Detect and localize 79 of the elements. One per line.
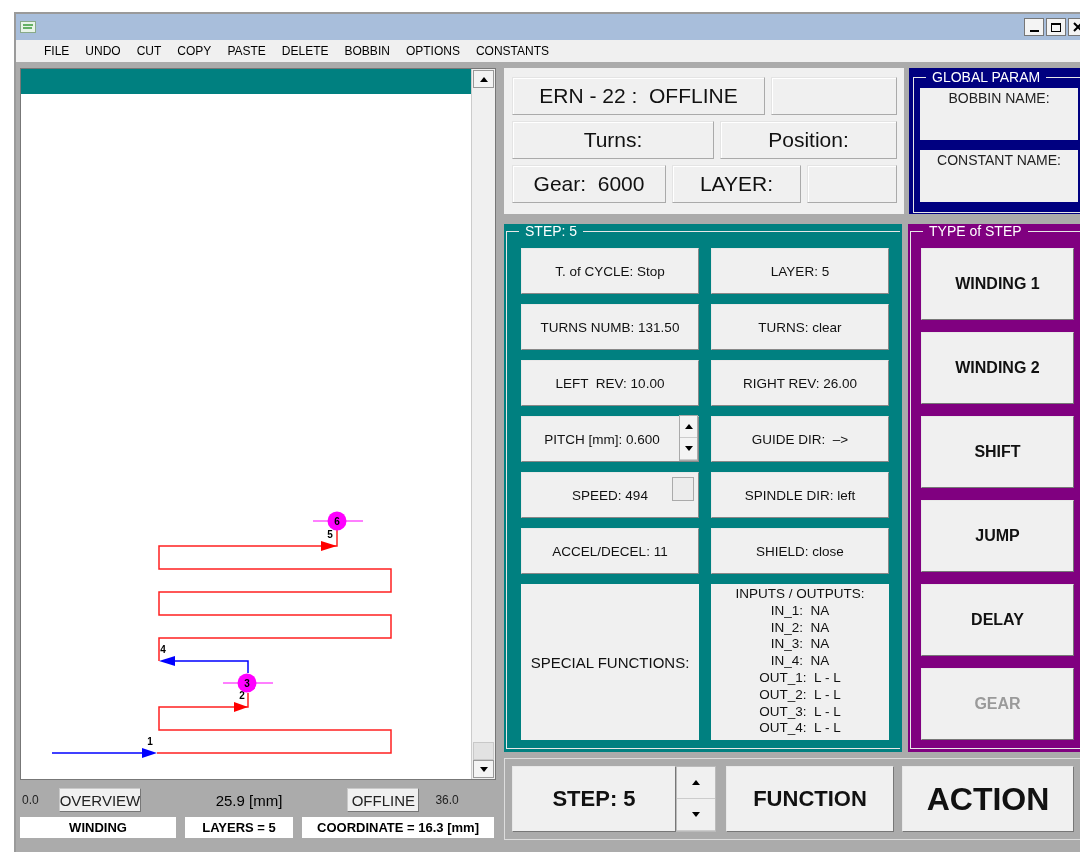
menu-item[interactable]: DELETE [273, 44, 337, 58]
step-type-button[interactable]: WINDING 1 [921, 248, 1074, 320]
scale-center: 25.9 [mm] [215, 791, 283, 809]
scale-max: 36.0 [435, 793, 459, 807]
gear-display: Gear: 6000 [512, 165, 666, 203]
maximize-icon [1051, 22, 1061, 32]
param-button[interactable]: SPINDLE DIR: left [711, 472, 889, 518]
param-button[interactable]: RIGHT REV: 26.00 [711, 360, 889, 406]
io-line: OUT_1: L - L [759, 670, 841, 687]
special-functions-button[interactable]: SPECIAL FUNCTIONS: [521, 584, 699, 740]
overview-button[interactable]: OVERVIEW [58, 788, 141, 812]
menu-item[interactable]: COPY [169, 44, 220, 58]
turns-display: Turns: [512, 121, 714, 159]
step-type-button[interactable]: DELAY [921, 584, 1074, 656]
io-line: OUT_2: L - L [759, 686, 841, 704]
param-button[interactable]: LEFT REV: 10.00 [521, 360, 699, 406]
app-icon [20, 21, 36, 33]
spin-down-icon [684, 446, 693, 451]
spin-up-icon [684, 424, 693, 429]
scroll-down-icon [479, 766, 488, 772]
menu-item[interactable]: CONSTANTS [467, 44, 558, 58]
param-button[interactable]: TURNS NUMB: 131.50 [521, 304, 699, 350]
panel-title: GLOBAL PARAM [931, 70, 1042, 84]
menu-item[interactable]: OPTIONS [397, 44, 468, 58]
name-field: CONSTANT NAME: [920, 150, 1078, 202]
io-line: IN_1: NA [770, 602, 830, 620]
panel-title: TYPE of STEP [928, 224, 1023, 238]
menu-item[interactable]: CUT [128, 44, 170, 58]
scroll-thumb[interactable] [473, 742, 494, 760]
io-line: IN_3: NA [770, 636, 830, 654]
scale-min: 0.0 [22, 793, 39, 807]
io-line: IN_2: NA [770, 619, 830, 637]
position-display: Position: [720, 121, 897, 159]
param-button[interactable]: SHIELD: close [711, 528, 889, 574]
step-up-icon [692, 780, 700, 785]
point-label: 2 [239, 690, 245, 701]
step-type-button[interactable]: JUMP [921, 500, 1074, 572]
menu-item[interactable]: PASTE [219, 44, 274, 58]
maximize-button[interactable] [1046, 18, 1066, 36]
minimize-button[interactable] [1024, 18, 1044, 36]
io-line: IN_4: NA [770, 653, 830, 670]
menu-item[interactable]: BOBBIN [336, 44, 398, 58]
close-icon [1073, 22, 1080, 32]
io-title: INPUTS / OUTPUTS: [735, 586, 865, 603]
scroll-up-icon [479, 76, 488, 82]
menu-item[interactable]: FILE [36, 44, 78, 58]
function-button[interactable]: FUNCTION [726, 766, 894, 832]
param-button[interactable]: GUIDE DIR: –> [711, 416, 889, 462]
io-line: OUT_3: L - L [759, 703, 841, 721]
step-type-button[interactable]: WINDING 2 [921, 332, 1074, 404]
machine-status: ERN - 22 : OFFLINE [512, 77, 765, 115]
point-label: 1 [147, 736, 153, 747]
scrollbar[interactable] [471, 69, 495, 779]
action-button[interactable]: ACTION [902, 766, 1074, 832]
point-label: 5 [327, 529, 333, 540]
status-field: WINDING [20, 817, 176, 838]
point-label: 4 [160, 644, 166, 655]
param-button[interactable]: ACCEL/DECEL: 11 [521, 528, 699, 574]
layer-display: LAYER: [672, 165, 801, 203]
status-field: COORDINATE = 16.3 [mm] [302, 817, 494, 838]
step-type-button[interactable]: SHIFT [921, 416, 1074, 488]
param-button[interactable]: PITCH [mm]: 0.600 [521, 416, 699, 462]
param-button[interactable]: SPEED: 494 [521, 472, 699, 518]
status-field: LAYERS = 5 [185, 817, 293, 838]
param-button[interactable]: TURNS: clear [711, 304, 889, 350]
panel-title: STEP: 5 [524, 224, 579, 238]
scroll-up-button[interactable] [473, 70, 494, 88]
menu-item[interactable]: UNDO [77, 44, 129, 58]
offline-button[interactable]: OFFLINE [347, 788, 420, 812]
io-line: OUT_4: L - L [759, 720, 841, 738]
param-button[interactable]: LAYER: 5 [711, 248, 889, 294]
name-field: BOBBIN NAME: [920, 88, 1078, 140]
param-button[interactable]: T. of CYCLE: Stop [521, 248, 699, 294]
scroll-down-button[interactable] [473, 760, 494, 778]
step-down-icon [692, 812, 700, 817]
spinner[interactable] [679, 415, 698, 461]
minimize-icon [1029, 30, 1039, 32]
toggle-box[interactable] [672, 477, 694, 501]
step-button[interactable]: STEP: 5 [512, 766, 676, 832]
